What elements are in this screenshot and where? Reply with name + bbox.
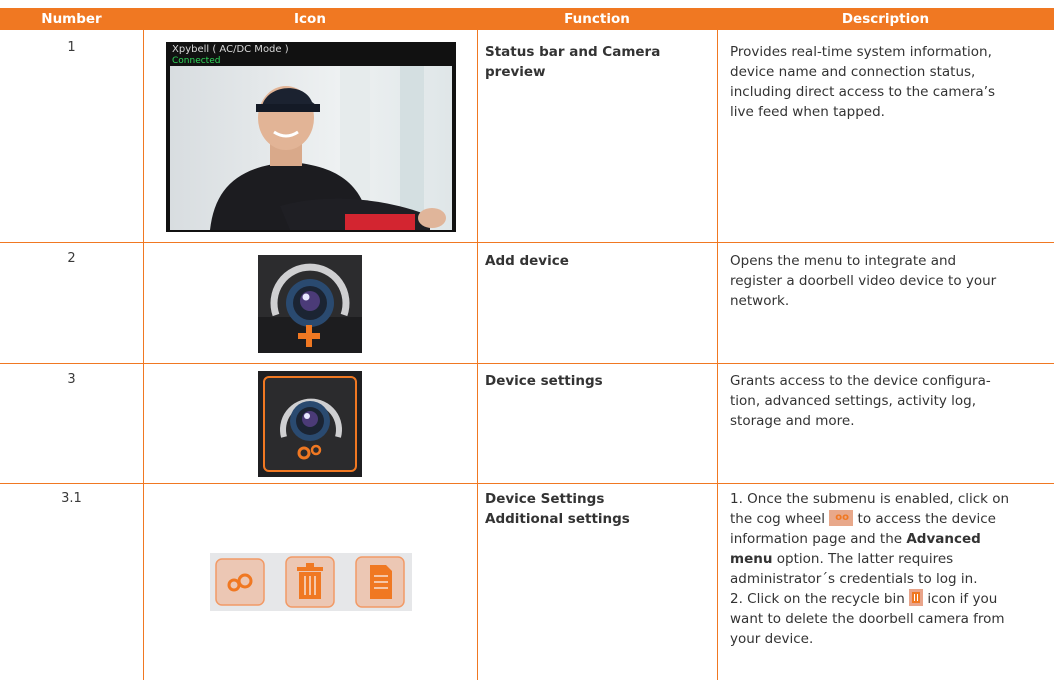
- description-line: device name and connection status,: [730, 64, 976, 80]
- row-number: 2: [67, 251, 76, 266]
- description-text: 2. Click on the recycle bin: [730, 591, 905, 607]
- trash-icon: [282, 555, 338, 609]
- row-number: 1: [67, 40, 76, 55]
- description-text: to access the device: [857, 511, 996, 527]
- description-line: Provides real-time system information,: [730, 44, 992, 60]
- description-text: information page and the: [730, 531, 903, 547]
- function-line: Device settings: [485, 373, 603, 389]
- row-divider: [0, 483, 1054, 484]
- function-line: Device Settings: [485, 491, 605, 507]
- description-cell: Opens the menu to integrate and register…: [730, 251, 1048, 311]
- description-emphasis: menu: [730, 551, 773, 567]
- description-line: 1. Once the submenu is enabled, click on: [730, 491, 1010, 507]
- header-icon: Icon: [294, 11, 326, 27]
- function-cell: Status bar and Camera preview: [485, 42, 710, 82]
- trash-icon: [909, 589, 924, 606]
- cog-icon: [212, 557, 268, 607]
- function-line: Add device: [485, 253, 569, 269]
- function-cell: Add device: [485, 251, 710, 271]
- function-cell: Device Settings Additional settings: [485, 489, 710, 529]
- function-line: preview: [485, 64, 546, 80]
- description-line: the cog wheel oo to access the device: [730, 509, 1048, 529]
- camera-preview-thumbnail: Xpybell ( AC/DC Mode ) Connected: [166, 42, 456, 232]
- header-number: Number: [41, 11, 102, 27]
- description-line: menu option. The latter requires: [730, 549, 1048, 569]
- description-line: administrator´s credentials to log in.: [730, 571, 978, 587]
- camera-settings-icon: [258, 371, 362, 477]
- function-line: Additional settings: [485, 511, 630, 527]
- description-text: icon if you: [927, 591, 998, 607]
- header-description: Description: [841, 11, 930, 27]
- function-line: Status bar and Camera: [485, 44, 661, 60]
- column-divider: [143, 30, 144, 680]
- column-divider: [717, 30, 718, 680]
- description-line: storage and more.: [730, 413, 855, 429]
- description-text: option. The latter requires: [776, 551, 954, 567]
- function-cell: Device settings: [485, 371, 710, 391]
- description-line: network.: [730, 293, 790, 309]
- description-line: register a doorbell video device to your: [730, 273, 997, 289]
- description-line: information page and the Advanced: [730, 529, 1048, 549]
- row-divider: [0, 242, 1054, 243]
- preview-image: [170, 66, 452, 230]
- description-line: your device.: [730, 631, 814, 647]
- description-cell: 1. Once the submenu is enabled, click on…: [730, 489, 1048, 649]
- description-cell: Provides real-time system information, d…: [730, 42, 1048, 122]
- table-header: Number Icon Function Description: [0, 8, 1054, 30]
- description-line: tion, advanced settings, activity log,: [730, 393, 977, 409]
- preview-status-subtitle: Connected: [172, 56, 221, 66]
- header-function: Function: [564, 11, 630, 27]
- description-line: 2. Click on the recycle bin icon if you: [730, 589, 1048, 609]
- description-emphasis: Advanced: [906, 531, 981, 547]
- description-cell: Grants access to the device configura- t…: [730, 371, 1048, 431]
- row-divider: [0, 363, 1054, 364]
- add-camera-icon: [258, 255, 362, 353]
- description-line: Opens the menu to integrate and: [730, 253, 957, 269]
- column-divider: [477, 30, 478, 680]
- description-line: Grants access to the device configura-: [730, 373, 991, 389]
- submenu-icon-strip: [210, 553, 412, 611]
- description-text: the cog wheel: [730, 511, 825, 527]
- description-line: want to delete the doorbell camera from: [730, 611, 1005, 627]
- description-line: live feed when tapped.: [730, 104, 885, 120]
- document-icon: [352, 555, 408, 609]
- preview-status-title: Xpybell ( AC/DC Mode ): [172, 44, 289, 55]
- row-number: 3: [67, 372, 76, 387]
- row-number: 3.1: [61, 491, 82, 506]
- cog-icon: oo: [829, 510, 854, 526]
- description-line: including direct access to the camera’s: [730, 84, 996, 100]
